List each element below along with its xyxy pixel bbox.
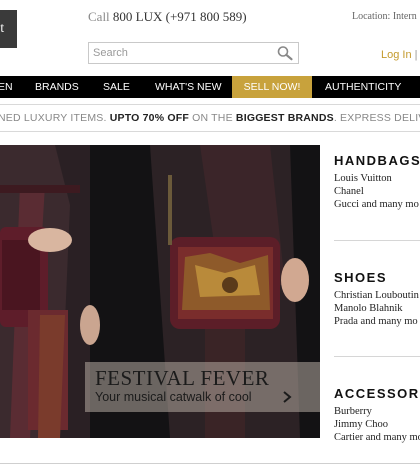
main-nav: EN BRANDS SALE WHAT'S NEW SELL NOW! AUTH… [0, 76, 420, 98]
chevron-right-icon[interactable] [282, 390, 292, 404]
promo-text: NED LUXURY ITEMS. UPTO 70% OFF ON THE BI… [0, 112, 420, 124]
location-selector[interactable]: Location: Intern [352, 11, 417, 22]
category-brands-handbags: Louis Vuitton Chanel Gucci and many mo [334, 172, 420, 211]
category-title-accessories[interactable]: ACCESSORIES [334, 386, 420, 401]
footer-divider [0, 463, 420, 464]
nav-item-whats-new[interactable]: WHAT'S NEW [155, 76, 222, 98]
promo-part-1: NED LUXURY ITEMS. [0, 112, 107, 124]
category-title-handbags[interactable]: HANDBAGS [334, 153, 420, 168]
search-box [88, 42, 299, 64]
brand-link[interactable]: Manolo Blahnik [334, 302, 420, 315]
category-handbags[interactable]: HANDBAGS Louis Vuitton Chanel Gucci and … [334, 153, 420, 211]
nav-item-authenticity[interactable]: AUTHENTICITY [325, 76, 401, 98]
call-info: Call 800 LUX (+971 800 589) [88, 9, 247, 25]
brand-link[interactable]: Louis Vuitton [334, 172, 420, 185]
brand-link[interactable]: Chanel [334, 185, 420, 198]
hero-subtitle: Your musical catwalk of cool [95, 390, 252, 404]
brand-link[interactable]: Prada and many mo [334, 315, 420, 328]
nav-item-sale[interactable]: SALE [103, 76, 130, 98]
category-shoes[interactable]: SHOES Christian Louboutin Manolo Blahnik… [334, 270, 420, 328]
category-accessories[interactable]: ACCESSORIES Burberry Jimmy Choo Cartier … [334, 386, 420, 444]
promo-discount: UPTO 70% OFF [109, 112, 189, 124]
promo-brands: BIGGEST BRANDS [235, 112, 334, 124]
category-title-shoes[interactable]: SHOES [334, 270, 420, 285]
promo-part-3: ON THE [192, 112, 233, 124]
category-divider [334, 356, 420, 357]
hero-title: FESTIVAL FEVER [95, 366, 270, 390]
call-prefix: Call [88, 9, 110, 24]
nav-item-brands[interactable]: BRANDS [35, 76, 79, 98]
brand-link[interactable]: Cartier and many mo [334, 431, 420, 444]
category-brands-shoes: Christian Louboutin Manolo Blahnik Prada… [334, 289, 420, 328]
brand-link[interactable]: Burberry [334, 405, 420, 418]
brand-link[interactable]: Christian Louboutin [334, 289, 420, 302]
hero-caption[interactable]: FESTIVAL FEVER Your musical catwalk of c… [85, 362, 320, 412]
category-divider [334, 240, 420, 241]
login-separator: | I [414, 49, 420, 61]
logo[interactable]: et [0, 10, 17, 48]
login-area: Log In | I [381, 49, 420, 61]
search-input[interactable] [89, 43, 269, 63]
promo-part-5: . EXPRESS DELIVERY! [333, 112, 420, 124]
promo-banner[interactable]: NED LUXURY ITEMS. UPTO 70% OFF ON THE BI… [0, 104, 420, 132]
brand-link[interactable]: Gucci and many mo [334, 198, 420, 211]
nav-item-en[interactable]: EN [0, 76, 13, 98]
login-link[interactable]: Log In [381, 49, 412, 61]
call-number[interactable]: 800 LUX (+971 800 589) [113, 9, 247, 24]
brand-link[interactable]: Jimmy Choo [334, 418, 420, 431]
header: et Call 800 LUX (+971 800 589) Location:… [0, 0, 420, 76]
search-icon[interactable] [276, 45, 294, 61]
category-brands-accessories: Burberry Jimmy Choo Cartier and many mo [334, 405, 420, 444]
nav-item-sell-now[interactable]: SELL NOW! [232, 76, 312, 98]
logo-text: et [0, 21, 5, 36]
